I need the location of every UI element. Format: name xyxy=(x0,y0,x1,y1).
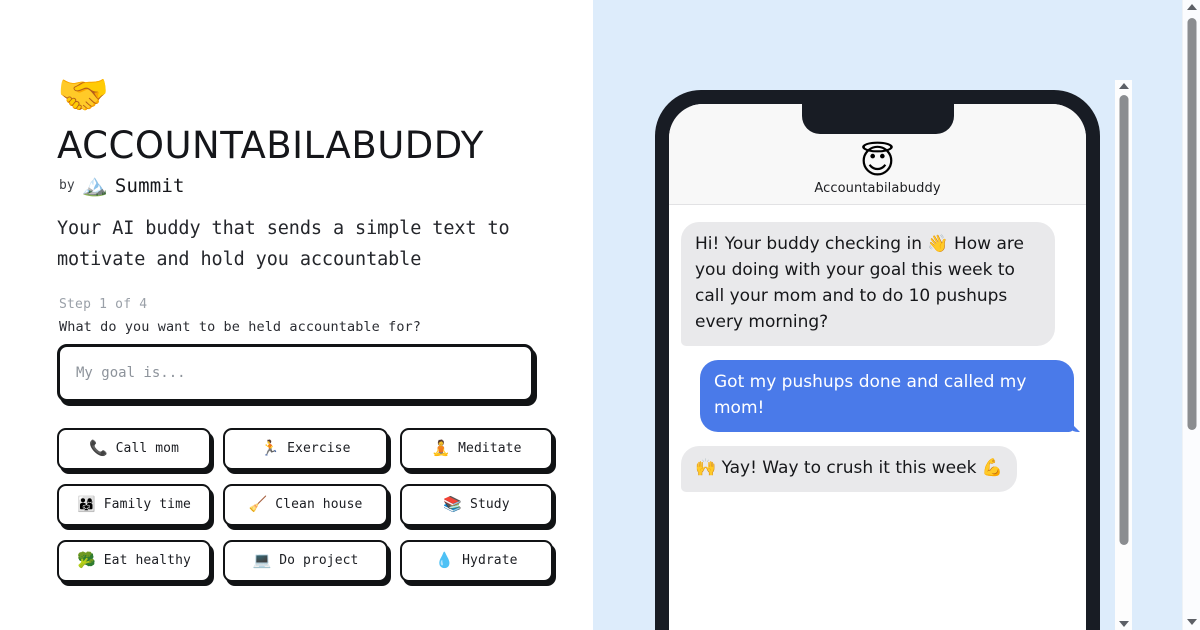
message-row: Hi! Your buddy checking in 👋 How are you… xyxy=(681,222,1074,346)
scroll-up-arrow-icon[interactable] xyxy=(1118,83,1129,89)
preset-label: Study xyxy=(470,497,510,513)
preset-goal-grid: 📞 Call mom 🏃 Exercise 🧘 Meditate 👨‍👩‍👧 F… xyxy=(57,427,553,582)
preset-button-hydrate[interactable]: 💧 Hydrate xyxy=(400,539,553,582)
chat-contact-name: Accountabilabuddy xyxy=(814,181,941,196)
mountain-icon: 🏔️ xyxy=(81,173,108,198)
preset-button-call-mom[interactable]: 📞 Call mom xyxy=(57,427,211,470)
right-preview-panel: 😇 Accountabilabuddy Hi! Your buddy check… xyxy=(593,0,1200,630)
chat-scrollbar-thumb[interactable] xyxy=(1119,95,1128,545)
family-icon: 👨‍👩‍👧 xyxy=(77,495,96,514)
tagline: Your AI buddy that sends a simple text t… xyxy=(57,217,510,270)
handshake-icon: 🤝 xyxy=(57,70,110,119)
question-label: What do you want to be held accountable … xyxy=(59,318,422,335)
preset-label: Call mom xyxy=(115,441,180,457)
page-scrollbar[interactable] xyxy=(1182,0,1200,630)
droplet-icon: 💧 xyxy=(435,551,455,570)
onboarding-form-container: 🤝 ACCOUNTABILABUDDY by 🏔️ Summit Your AI… xyxy=(57,74,557,582)
message-bubble-incoming: 🙌 Yay! Way to crush it this week 💪 xyxy=(681,446,1017,492)
phone-mockup: 😇 Accountabilabuddy Hi! Your buddy check… xyxy=(655,90,1100,630)
preset-button-meditate[interactable]: 🧘 Meditate xyxy=(400,427,553,470)
scroll-up-arrow-icon[interactable] xyxy=(1186,4,1197,10)
goal-input[interactable] xyxy=(57,343,534,402)
scroll-down-arrow-icon[interactable] xyxy=(1118,621,1129,627)
page-scrollbar-thumb[interactable] xyxy=(1187,18,1196,430)
step-indicator: Step 1 of 4 xyxy=(59,296,148,312)
preset-label: Family time xyxy=(103,497,191,513)
message-row: 🙌 Yay! Way to crush it this week 💪 xyxy=(681,446,1074,492)
preset-button-exercise[interactable]: 🏃 Exercise xyxy=(223,427,388,470)
chat-message-list: Hi! Your buddy checking in 👋 How are you… xyxy=(669,205,1086,630)
left-panel: 🤝 ACCOUNTABILABUDDY by 🏔️ Summit Your AI… xyxy=(0,0,593,630)
preset-label: Hydrate xyxy=(462,553,518,569)
message-bubble-outgoing: Got my pushups done and called my mom! xyxy=(700,360,1074,432)
books-icon: 📚 xyxy=(443,495,463,514)
laptop-icon: 💻 xyxy=(252,551,272,570)
meditate-icon: 🧘 xyxy=(431,439,451,458)
halo-face-icon: 😇 xyxy=(859,142,896,182)
phone-icon: 📞 xyxy=(88,439,108,458)
broccoli-icon: 🥦 xyxy=(77,551,96,570)
byline-company: Summit xyxy=(114,174,185,197)
preset-label: Eat healthy xyxy=(103,553,191,569)
preset-button-eat-healthy[interactable]: 🥦 Eat healthy xyxy=(57,539,211,582)
phone-notch xyxy=(801,104,954,134)
preset-button-clean-house[interactable]: 🧹 Clean house xyxy=(223,483,388,526)
byline-prefix: by xyxy=(59,178,75,194)
broom-icon: 🧹 xyxy=(248,495,268,514)
preset-button-do-project[interactable]: 💻 Do project xyxy=(223,539,388,582)
chat-scrollbar[interactable] xyxy=(1115,80,1132,630)
message-row: Got my pushups done and called my mom! xyxy=(681,360,1074,432)
preset-label: Do project xyxy=(279,553,359,569)
byline: by 🏔️ Summit xyxy=(59,173,557,199)
preset-label: Meditate xyxy=(458,441,522,457)
preset-button-study[interactable]: 📚 Study xyxy=(400,483,553,526)
phone-screen: 😇 Accountabilabuddy Hi! Your buddy check… xyxy=(669,104,1086,630)
preset-label: Exercise xyxy=(287,441,351,457)
preset-label: Clean house xyxy=(275,497,363,513)
preset-button-family-time[interactable]: 👨‍👩‍👧 Family time xyxy=(57,483,211,526)
runner-icon: 🏃 xyxy=(260,439,280,458)
page-title: ACCOUNTABILABUDDY xyxy=(57,124,484,167)
message-bubble-incoming: Hi! Your buddy checking in 👋 How are you… xyxy=(681,222,1055,346)
scroll-down-arrow-icon[interactable] xyxy=(1186,619,1197,625)
page-root: 🤝 ACCOUNTABILABUDDY by 🏔️ Summit Your AI… xyxy=(0,0,1200,630)
